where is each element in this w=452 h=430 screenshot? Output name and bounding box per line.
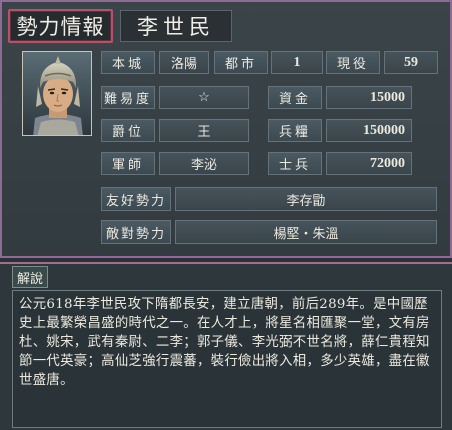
hostile-factions-label: 敵對勢力 <box>101 220 171 244</box>
difficulty-value: ☆ <box>159 86 249 109</box>
rations-value: 150000 <box>326 119 412 142</box>
difficulty-label: 難易度 <box>101 86 155 109</box>
portrait-image <box>23 52 91 135</box>
rations-label: 兵糧 <box>268 119 322 142</box>
hostile-factions-value: 楊堅・朱溫 <box>175 220 437 244</box>
friendly-factions-label: 友好勢力 <box>101 187 171 211</box>
cities-value: 1 <box>271 51 323 74</box>
funds-value: 15000 <box>326 86 412 109</box>
castle-label: 本城 <box>101 51 155 74</box>
commentary-text: 公元618年李世民攻下隋都長安，建立唐朝，前后289年。是中國歷史上最繁榮昌盛的… <box>12 290 442 428</box>
rank-label: 爵位 <box>101 119 155 142</box>
rank-value: 王 <box>159 119 249 142</box>
friendly-factions-value: 李存勖 <box>175 187 437 211</box>
advisor-value: 李泌 <box>159 152 249 175</box>
ruler-portrait <box>22 51 92 136</box>
funds-label: 資金 <box>268 86 322 109</box>
panel-title: 勢力情報 <box>8 9 113 43</box>
ruler-name: 李世民 <box>120 10 232 42</box>
castle-value: 洛陽 <box>159 51 209 74</box>
troops-value: 72000 <box>326 152 412 175</box>
advisor-label: 軍師 <box>101 152 155 175</box>
officers-value: 59 <box>384 51 438 74</box>
officers-label: 現役 <box>326 51 380 74</box>
cities-label: 都市 <box>214 51 268 74</box>
troops-label: 士兵 <box>268 152 322 175</box>
commentary-label: 解說 <box>12 266 48 288</box>
